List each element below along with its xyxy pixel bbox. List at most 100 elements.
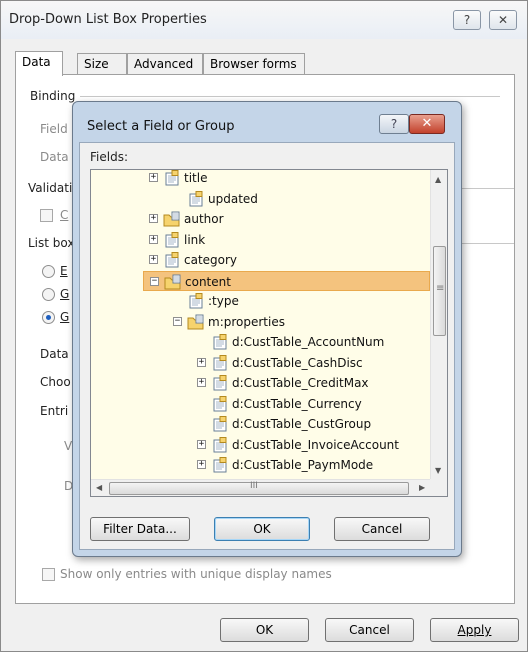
expand-icon[interactable]: + <box>197 460 206 469</box>
tree-item-label: d:CustTable_CustGroup <box>232 417 372 431</box>
tree-item[interactable]: :type <box>91 291 431 311</box>
tree-item[interactable]: d:CustTable_AccountNum <box>91 332 431 352</box>
field-dialog-close-button[interactable]: ✕ <box>409 114 445 134</box>
tree-item-label: updated <box>208 191 258 206</box>
data-source-label: Data <box>40 347 69 361</box>
data-label: Data <box>40 150 69 164</box>
field-icon <box>211 395 229 412</box>
help-button[interactable]: ? <box>453 10 481 30</box>
scrollbar-corner <box>430 479 447 496</box>
tree-item[interactable]: d:CustTable_Currency <box>91 394 431 414</box>
tree-item-label: d:CustTable_Currency <box>232 396 362 411</box>
field-icon <box>163 170 181 186</box>
scroll-down-arrow-icon[interactable]: ▼ <box>435 466 441 475</box>
tab-data[interactable]: Data <box>15 51 63 76</box>
tree-vertical-scrollbar[interactable]: ▲ ≡ ▼ <box>430 170 447 480</box>
field-dialog-help-button[interactable]: ? <box>379 114 409 134</box>
radio-get-external-label: G <box>60 310 70 324</box>
apply-button[interactable]: Apply <box>430 618 519 642</box>
value-label: V <box>64 439 73 453</box>
ok-button[interactable]: OK <box>220 618 309 642</box>
field-label: Field <box>40 122 68 136</box>
unique-names-checkbox[interactable] <box>42 568 55 581</box>
field-icon <box>163 252 181 268</box>
select-field-dialog: Select a Field or Group ? ✕ Fields: + d:C… <box>72 101 462 557</box>
tree-item[interactable]: − m:properties <box>91 312 431 332</box>
folder-icon <box>163 211 181 227</box>
field-icon <box>187 190 205 207</box>
folder-icon <box>187 314 205 330</box>
tree-item[interactable]: + category <box>91 250 431 270</box>
tree-item[interactable]: − content <box>143 270 430 291</box>
tree-item[interactable]: updated <box>91 189 431 209</box>
radio-enter-label: E <box>60 264 68 278</box>
radio-get-from-form[interactable] <box>42 288 55 301</box>
field-icon <box>163 231 181 248</box>
field-dialog-title: Select a Field or Group <box>87 119 235 134</box>
tree-item-label: link <box>184 232 206 247</box>
scroll-left-arrow-icon[interactable]: ◀ <box>96 483 102 492</box>
tree-item-label: d:CustTable_CreditMax <box>232 376 369 390</box>
tree-item[interactable]: d:CustTable_CustGroup <box>91 414 431 434</box>
field-icon <box>211 354 229 371</box>
tab-size[interactable]: Size <box>77 53 127 75</box>
expand-icon[interactable]: + <box>197 378 206 387</box>
radio-get-from-external[interactable] <box>42 311 55 324</box>
tree-item[interactable]: + d:CustTable_InvoiceAccount <box>91 435 431 455</box>
expand-icon[interactable]: + <box>149 173 158 182</box>
tree-item[interactable]: + d:CustTable_PaymMode <box>91 455 431 475</box>
fields-label: Fields: <box>90 150 128 164</box>
unique-names-label: Show only entries with unique display na… <box>60 567 332 581</box>
title-bar: Drop-Down List Box Properties ? ✕ <box>1 1 527 39</box>
tree-item[interactable]: + link <box>91 230 431 250</box>
tree-item-label: author <box>184 212 224 226</box>
field-tree[interactable]: + d:CustTable_PaymMode + d:CustTable_Invoic… <box>90 169 448 497</box>
scroll-right-arrow-icon[interactable]: ▶ <box>419 483 425 492</box>
radio-get-form-label: G <box>60 287 70 301</box>
tree-item[interactable]: + d:CustTable_CreditMax <box>91 373 431 393</box>
tree-horizontal-scrollbar[interactable]: ◀ III ▶ <box>91 479 431 496</box>
dialog-title: Drop-Down List Box Properties <box>9 12 207 27</box>
cancel-button[interactable]: Cancel <box>325 618 414 642</box>
tree-item-label: :type <box>208 294 239 308</box>
tree-item[interactable]: + author <box>91 209 431 229</box>
choose-label: Choo <box>40 375 71 389</box>
tree-item[interactable]: + d:CustTable_CashDisc <box>91 353 431 373</box>
expand-icon[interactable]: + <box>149 255 158 264</box>
expand-icon[interactable]: + <box>197 357 206 367</box>
tree-item-label: d:CustTable_CashDisc <box>232 355 363 370</box>
field-icon <box>211 416 229 432</box>
vertical-scroll-thumb[interactable]: ≡ <box>433 246 446 336</box>
expand-icon[interactable]: + <box>197 439 206 449</box>
tab-advanced[interactable]: Advanced <box>127 53 203 75</box>
folder-icon <box>164 274 182 290</box>
close-button[interactable]: ✕ <box>489 10 517 30</box>
radio-enter-manually[interactable] <box>42 265 55 278</box>
expand-icon[interactable]: + <box>149 234 158 244</box>
field-dialog-ok-button[interactable]: OK <box>214 517 310 541</box>
field-dialog-body: Fields: + d:CustTable_PaymMode + d:CustTabl… <box>79 142 455 550</box>
tree-item-label: m:properties <box>208 314 285 329</box>
expand-icon[interactable]: + <box>149 214 158 223</box>
field-dialog-cancel-button[interactable]: Cancel <box>334 517 430 541</box>
scroll-up-arrow-icon[interactable]: ▲ <box>435 175 441 184</box>
validation-checkbox[interactable] <box>40 209 53 222</box>
validation-divider <box>456 188 514 189</box>
tree-item-label: category <box>184 253 238 267</box>
field-icon <box>211 436 229 453</box>
validation-checkbox-label: C <box>60 208 69 222</box>
list-box-label: List box <box>28 236 75 250</box>
collapse-icon[interactable]: − <box>173 316 182 326</box>
collapse-icon[interactable]: − <box>150 276 159 286</box>
tree-item-label: d:CustTable_PaymMode <box>232 458 374 472</box>
tree-item[interactable]: + title <box>91 170 431 188</box>
field-icon <box>211 375 229 391</box>
tree-item-label: d:CustTable_AccountNum <box>232 335 385 349</box>
horizontal-scroll-thumb[interactable]: III <box>109 481 409 495</box>
field-icon <box>211 334 229 350</box>
field-icon <box>187 293 205 309</box>
hscroll-grip-icon: III <box>250 481 258 491</box>
filter-data-button[interactable]: Filter Data... <box>90 517 190 541</box>
tree-item-label: title <box>184 171 208 185</box>
tab-browser-forms[interactable]: Browser forms <box>203 53 305 75</box>
